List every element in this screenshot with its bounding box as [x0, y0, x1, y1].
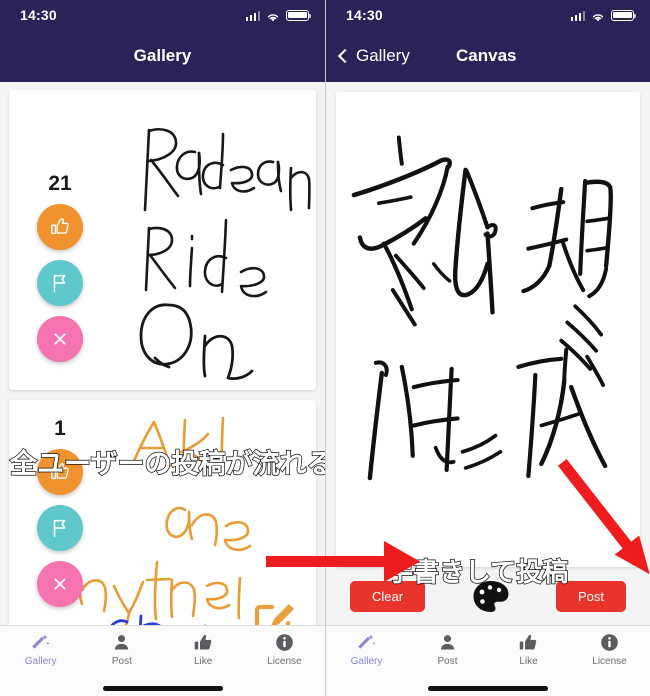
tabbar-left: Gallery Post Like License [0, 625, 325, 681]
status-icons [570, 9, 637, 22]
thumbs-up-icon [51, 218, 69, 235]
gallery-card[interactable]: 1 [9, 400, 316, 625]
status-bar-right: 14:30 [326, 0, 650, 30]
tab-gallery[interactable]: Gallery [0, 632, 81, 667]
status-icons [245, 9, 312, 22]
tab-post[interactable]: Post [407, 632, 488, 667]
gallery-list[interactable]: 21 1 [0, 82, 325, 625]
tab-label: Gallery [350, 656, 383, 667]
info-circle-icon [601, 634, 618, 651]
gallery-content: 21 1 全ユーザーの投稿が流れる [0, 82, 325, 625]
handwriting-shinki-sakusei [336, 92, 640, 567]
back-button[interactable]: Gallery [337, 46, 410, 66]
tab-license[interactable]: License [244, 632, 325, 667]
canvas-area: Clear Post [326, 82, 650, 625]
person-icon [440, 635, 455, 650]
close-x-icon [54, 578, 66, 590]
tab-label: License [592, 656, 627, 667]
status-time: 14:30 [346, 7, 383, 23]
status-bar-left: 14:30 [0, 0, 325, 30]
like-count: 21 [48, 172, 72, 195]
cellular-bars-icon [570, 10, 585, 21]
tab-like[interactable]: Like [488, 632, 569, 667]
chevron-left-icon [337, 48, 353, 64]
back-label: Gallery [356, 46, 410, 65]
tab-license[interactable]: License [569, 632, 650, 667]
tab-like[interactable]: Like [163, 632, 244, 667]
person-icon [115, 635, 129, 650]
canvas-screen: 14:30 Gallery Canvas Clear Post 手書きして投稿 … [325, 0, 650, 696]
page-title-gallery: Gallery [133, 46, 192, 65]
flag-button[interactable] [37, 260, 83, 306]
home-indicator-left [0, 681, 325, 696]
magic-wand-icon [32, 634, 50, 649]
flag-button[interactable] [37, 505, 83, 551]
card-actions: 21 [29, 172, 91, 372]
tab-label: Like [193, 656, 213, 667]
like-button[interactable] [37, 204, 83, 250]
tab-label: Gallery [24, 656, 57, 667]
compose-edit-button[interactable] [250, 597, 298, 625]
gallery-card[interactable]: 21 [9, 90, 316, 390]
thumbs-up-icon [519, 634, 537, 650]
tab-gallery[interactable]: Gallery [326, 632, 407, 667]
flag-icon [53, 274, 66, 293]
tabbar-right: Gallery Post Like License [326, 625, 650, 681]
status-time: 14:30 [20, 7, 57, 23]
annotation-canvas-text: 手書きして投稿 [386, 557, 569, 589]
tab-label: License [267, 656, 302, 667]
wifi-icon [266, 10, 280, 22]
canvas-content: Clear Post 手書きして投稿 [326, 82, 650, 625]
flag-icon [53, 519, 66, 538]
tab-label: Post [111, 656, 132, 667]
tab-label: Post [437, 656, 458, 667]
tab-post[interactable]: Post [81, 632, 162, 667]
close-button[interactable] [37, 561, 83, 607]
annotation-gallery-text: 全ユーザーの投稿が流れる [9, 448, 325, 481]
battery-icon [286, 9, 312, 21]
close-x-icon [54, 333, 66, 345]
dual-screen-comparison: 14:30 Gallery 21 1 全ユーザーの投稿が流れる Gallery … [0, 0, 650, 696]
home-indicator-right [326, 681, 650, 696]
drawing-canvas[interactable] [336, 92, 640, 567]
close-button[interactable] [37, 316, 83, 362]
navbar-right: Gallery Canvas [326, 30, 650, 82]
magic-wand-icon [358, 634, 376, 649]
like-count: 1 [54, 417, 66, 440]
gallery-screen: 14:30 Gallery 21 1 全ユーザーの投稿が流れる Gallery … [0, 0, 325, 696]
navbar-left: Gallery [0, 30, 325, 82]
cellular-bars-icon [245, 10, 260, 21]
info-circle-icon [276, 634, 293, 651]
tab-label: Like [519, 656, 538, 667]
thumbs-up-icon [194, 634, 211, 650]
wifi-icon [591, 10, 605, 22]
compose-edit-icon [254, 604, 294, 625]
battery-icon [611, 9, 637, 21]
page-title-canvas: Canvas [456, 46, 517, 65]
